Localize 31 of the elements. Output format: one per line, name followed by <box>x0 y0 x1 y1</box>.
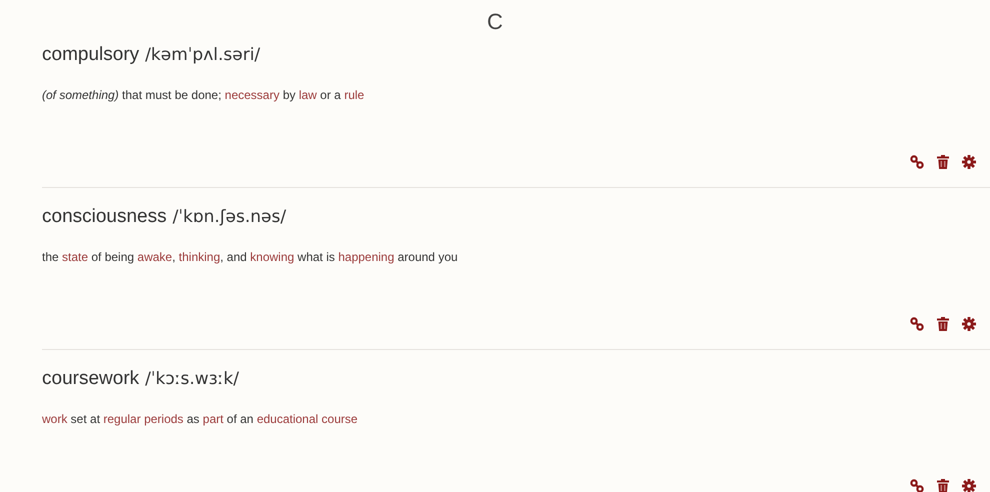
word-link[interactable]: work <box>42 412 68 426</box>
word-link[interactable]: rule <box>344 88 364 102</box>
link-icon[interactable] <box>910 317 924 331</box>
word-link[interactable]: part <box>202 412 224 426</box>
word-link[interactable]: necessary <box>224 88 280 102</box>
pronunciation: /ˈkɒn.ʃəs.nəs/ <box>172 206 286 229</box>
headword: compulsory <box>42 43 140 67</box>
trash-icon[interactable] <box>937 155 949 169</box>
definition: (of something) that must be done; necessary by law or a rule <box>42 87 364 104</box>
word-link[interactable]: knowing <box>250 250 294 264</box>
settings-icon[interactable] <box>962 479 976 492</box>
pronunciation: /kəmˈpʌl.səri/ <box>145 44 260 67</box>
headword: coursework <box>42 367 140 391</box>
headword: consciousness <box>42 205 167 229</box>
word-link[interactable]: happening <box>338 250 394 264</box>
word-link[interactable]: regular periods <box>103 412 184 426</box>
definition: the state of being awake, thinking, and knowing what is happening around you <box>42 249 458 266</box>
word-link[interactable]: state <box>62 250 88 264</box>
word-link[interactable]: educational course <box>256 412 358 426</box>
definition: work set at regular periods as part of an educational course <box>42 411 358 428</box>
link-icon[interactable] <box>910 155 924 169</box>
settings-icon[interactable] <box>962 317 976 331</box>
trash-icon[interactable] <box>937 317 949 331</box>
settings-icon[interactable] <box>962 155 976 169</box>
word-link[interactable]: thinking <box>178 250 220 264</box>
pronunciation: /ˈkɔːs.wɜːk/ <box>145 368 239 391</box>
section-letter: C <box>487 9 503 34</box>
trash-icon[interactable] <box>937 479 949 492</box>
link-icon[interactable] <box>910 479 924 492</box>
word-link[interactable]: awake <box>137 250 172 264</box>
word-link[interactable]: law <box>298 88 317 102</box>
